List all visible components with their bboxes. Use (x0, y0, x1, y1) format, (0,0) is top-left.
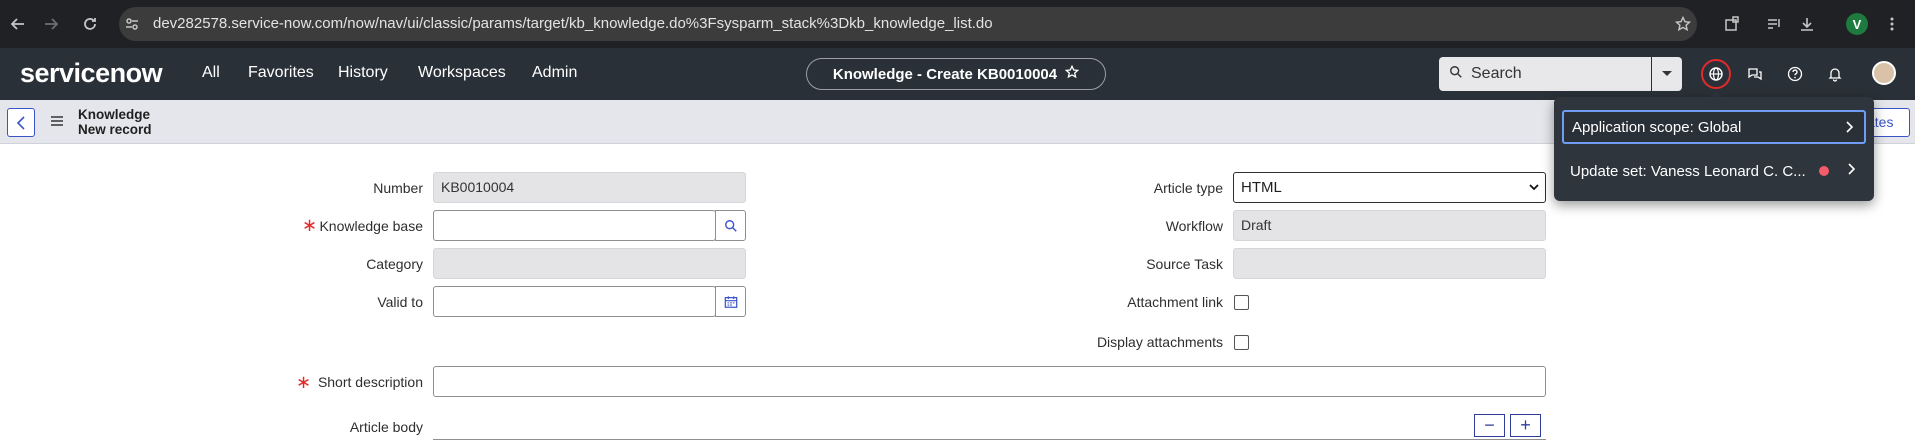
user-avatar[interactable] (1872, 61, 1896, 85)
hamburger-menu-icon[interactable] (50, 114, 64, 128)
knowledge-base-lookup-button[interactable] (715, 210, 746, 241)
site-info-icon[interactable] (120, 12, 144, 36)
url-text: dev282578.service-now.com/now/nav/ui/cla… (153, 15, 993, 32)
source-task-field (1233, 248, 1546, 279)
form-title: Knowledge New record (78, 107, 152, 137)
nav-workspaces[interactable]: Workspaces (418, 64, 506, 82)
category-label: Category (366, 256, 423, 272)
reload-icon[interactable] (78, 12, 102, 36)
attachment-link-checkbox[interactable] (1234, 295, 1249, 310)
servicenow-header: servicenow All Favorites History Workspa… (0, 48, 1915, 100)
valid-to-label: Valid to (377, 294, 423, 310)
profile-avatar[interactable]: V (1846, 13, 1868, 35)
knowledge-base-input[interactable] (433, 210, 716, 241)
form-title-record: New record (78, 122, 152, 137)
display-attachments-checkbox[interactable] (1234, 335, 1249, 350)
search-scope-dropdown[interactable] (1652, 57, 1682, 91)
number-label: Number (373, 180, 423, 196)
media-queue-icon[interactable] (1762, 12, 1786, 36)
search-icon (724, 219, 737, 232)
zoom-out-button[interactable]: − (1474, 414, 1505, 437)
valid-to-input[interactable] (433, 286, 716, 317)
update-set-status-dot (1819, 166, 1829, 176)
calendar-button[interactable] (715, 286, 746, 317)
chevron-right-icon (1846, 121, 1854, 133)
required-marker: ∗ (296, 372, 312, 392)
download-icon[interactable] (1795, 12, 1819, 36)
attachment-link-label: Attachment link (1127, 294, 1223, 310)
display-attachments-label: Display attachments (1096, 334, 1223, 350)
page-title-pill[interactable]: Knowledge - Create KB0010004 (806, 58, 1106, 90)
search-placeholder: Search (1471, 65, 1522, 82)
global-search[interactable]: Search (1439, 57, 1651, 91)
nav-history[interactable]: History (338, 64, 388, 82)
short-description-input[interactable] (433, 366, 1546, 397)
extensions-icon[interactable] (1720, 12, 1744, 36)
browser-toolbar: dev282578.service-now.com/now/nav/ui/cla… (0, 0, 1915, 48)
article-body-label: Article body (349, 419, 423, 435)
workflow-field: Draft (1233, 210, 1546, 241)
favorite-star-icon[interactable] (1064, 64, 1080, 83)
nav-favorites[interactable]: Favorites (248, 64, 314, 82)
nav-all[interactable]: All (202, 64, 220, 82)
short-description-label: Short description (317, 374, 423, 390)
application-scope-item[interactable]: Application scope: Global (1562, 110, 1866, 144)
form-title-table: Knowledge (78, 107, 151, 122)
bell-icon[interactable] (1824, 63, 1846, 85)
chevron-right-icon (1848, 163, 1856, 175)
nav-admin[interactable]: Admin (532, 64, 577, 82)
article-type-value: HTML (1241, 179, 1282, 196)
page-title: Knowledge - Create KB0010004 (832, 65, 1058, 83)
zoom-in-button[interactable]: + (1510, 414, 1541, 437)
knowledge-base-label: Knowledge base (319, 218, 423, 234)
search-icon (1449, 65, 1463, 84)
scope-popup: Application scope: Global Update set: Va… (1554, 97, 1874, 201)
chevron-down-icon (1529, 184, 1539, 191)
number-field: KB0010004 (433, 172, 746, 203)
globe-icon[interactable] (1705, 63, 1727, 85)
back-arrow-icon[interactable] (6, 12, 30, 36)
servicenow-logo[interactable]: servicenow (20, 58, 163, 89)
help-icon[interactable] (1784, 63, 1806, 85)
application-scope-label: Application scope: Global (1572, 118, 1742, 136)
back-button[interactable] (7, 108, 35, 137)
source-task-label: Source Task (1146, 256, 1223, 272)
workflow-label: Workflow (1165, 218, 1223, 234)
required-marker: ∗ (302, 215, 318, 235)
bookmark-star-icon[interactable] (1671, 12, 1695, 36)
article-type-select[interactable]: HTML (1233, 172, 1546, 203)
category-field (433, 248, 746, 279)
calendar-icon (724, 295, 737, 308)
kebab-menu-icon[interactable] (1880, 12, 1904, 36)
forward-arrow-icon[interactable] (39, 12, 63, 36)
update-set-item[interactable]: Update set: Vaness Leonard C. C... (1562, 154, 1866, 188)
update-set-label: Update set: Vaness Leonard C. C... (1570, 162, 1806, 180)
article-type-label: Article type (1153, 180, 1223, 196)
chat-icon[interactable] (1744, 63, 1766, 85)
